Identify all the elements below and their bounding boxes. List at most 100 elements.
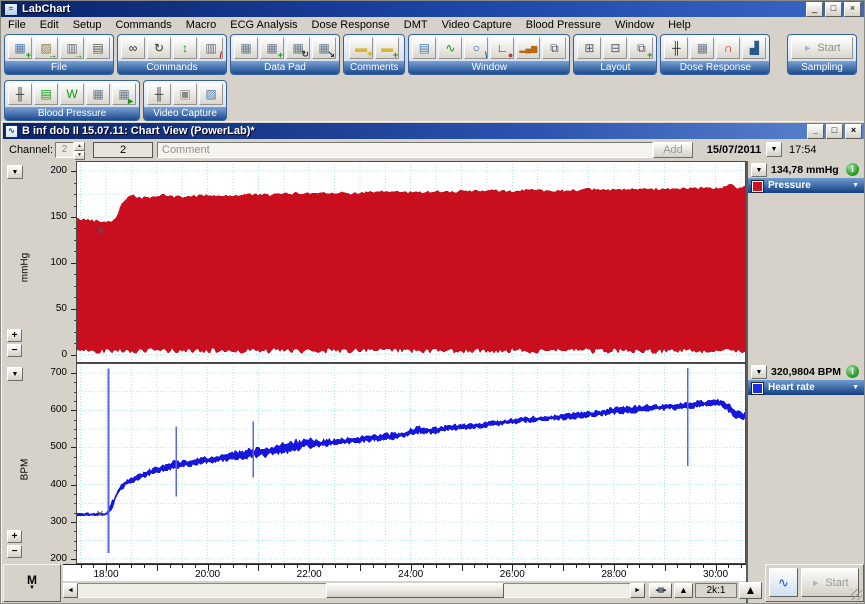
marker-scroll-button[interactable]: ↕ (173, 37, 197, 59)
time-tick (297, 565, 298, 568)
bp-calculate-button[interactable]: ▦► (112, 83, 136, 105)
select-button[interactable]: ↻ (147, 37, 171, 59)
import-file-button[interactable]: ▥→ (60, 37, 84, 59)
zoom-out-axis-button[interactable]: − (7, 545, 22, 558)
time-axis: 18:0020:0022:0024:0026:0028:0030:00 (63, 564, 746, 581)
vc-settings-button[interactable]: ╫ (147, 83, 171, 105)
duplicate-view-icon: ⧉ (550, 41, 559, 56)
exclude-data-button[interactable]: ▥/ (199, 37, 223, 59)
doc-close-button[interactable]: × (845, 124, 862, 139)
heartrate-value: 320,9804 BPM (771, 366, 841, 378)
channel-spinner[interactable]: ▲ ▼ (74, 142, 85, 158)
menu-item-commands[interactable]: Commands (108, 19, 178, 31)
zoom-ratio-down-button[interactable]: ▲ (674, 583, 693, 598)
resize-grip-icon[interactable] (851, 589, 862, 600)
add-comment-button[interactable]: Add (653, 142, 693, 158)
pressure-channel-bar[interactable]: Pressure ▼ (748, 178, 864, 193)
zoom-in-axis-button[interactable]: + (7, 530, 22, 543)
maximize-button[interactable]: □ (825, 2, 842, 17)
menu-item-help[interactable]: Help (661, 19, 698, 31)
window-title: LabChart (22, 3, 806, 15)
bp-chart-button[interactable]: ▤ (34, 83, 58, 105)
duplicate-view-button[interactable]: ⧉ (542, 37, 566, 59)
menu-item-video-capture[interactable]: Video Capture (435, 19, 519, 31)
heartrate-channel-bar[interactable]: Heart rate ▼ (748, 380, 864, 395)
chart-view-button[interactable]: ▤ (412, 37, 436, 59)
chart-mode-button[interactable]: ∿ (769, 568, 798, 597)
scroll-left-button[interactable]: ◄ (63, 583, 78, 598)
heart-rate-chart[interactable]: × (76, 363, 746, 564)
doc-minimize-button[interactable]: _ (807, 124, 824, 139)
date-display: 15/07/2011 (703, 144, 765, 156)
toolbar-start-button[interactable]: ►Start (791, 37, 853, 59)
comment-add-button[interactable]: ▬+ (375, 37, 399, 59)
heartrate-value-dropdown-button[interactable]: ▼ (751, 365, 767, 379)
menu-item-dmt[interactable]: DMT (397, 19, 435, 31)
date-dropdown-button[interactable]: ▼ (766, 142, 782, 157)
find-button[interactable]: ∞ (121, 37, 145, 59)
scale-dropdown-button[interactable]: ▼ (7, 165, 23, 179)
bp-table-button[interactable]: ▦ (86, 83, 110, 105)
exclude-data-icon: ▥ (205, 41, 216, 55)
menu-item-edit[interactable]: Edit (33, 19, 66, 31)
datapad-view-button[interactable]: ▦ (234, 37, 258, 59)
close-button[interactable]: × (844, 2, 861, 17)
stack-windows-button[interactable]: ⊟ (603, 37, 627, 59)
channel-label: Channel: (9, 144, 53, 156)
pressure-color-swatch (752, 181, 763, 192)
menu-item-blood-pressure[interactable]: Blood Pressure (519, 19, 608, 31)
xy-view-button[interactable]: ∟● (490, 37, 514, 59)
menu-item-ecg-analysis[interactable]: ECG Analysis (223, 19, 304, 31)
pressure-chart[interactable]: × (76, 161, 746, 363)
dose-analysis-button[interactable]: ▟ (742, 37, 766, 59)
dose-settings-button[interactable]: ╫ (664, 37, 688, 59)
import-file-icon-badge: → (74, 50, 83, 60)
tile-windows-button[interactable]: ⊞ (577, 37, 601, 59)
open-file-button[interactable]: ▨→ (34, 37, 58, 59)
minimize-button[interactable]: _ (806, 2, 823, 17)
zoom-in-axis-button[interactable]: + (7, 329, 22, 342)
pressure-value-dropdown-button[interactable]: ▼ (751, 163, 767, 177)
time-tick (652, 565, 653, 568)
dose-curve-button[interactable]: ∩ (716, 37, 740, 59)
vc-image-button[interactable]: ▨ (199, 83, 223, 105)
zoom-ratio-up-button[interactable]: ▲ (739, 582, 762, 599)
heartrate-info-icon[interactable]: i (846, 365, 859, 378)
new-chart-button[interactable]: ▦+ (8, 37, 32, 59)
datapad-export-button[interactable]: ▦↘ (312, 37, 336, 59)
scrollbar-thumb[interactable] (326, 583, 504, 598)
vc-camera-button[interactable]: ▣ (173, 83, 197, 105)
scale-dropdown-button[interactable]: ▼ (7, 367, 23, 381)
print-button[interactable]: ▤ (86, 37, 110, 59)
comment-input[interactable]: Comment (157, 142, 653, 158)
time-tick (182, 565, 183, 568)
bp-waveform-button[interactable]: W (60, 83, 84, 105)
spin-up-icon[interactable]: ▲ (74, 142, 85, 151)
marker-box[interactable]: M ▼ (3, 564, 61, 602)
bp-settings-button[interactable]: ╫ (8, 83, 32, 105)
datapad-options-button[interactable]: ▦↻ (286, 37, 310, 59)
dose-table-button[interactable]: ▦ (690, 37, 714, 59)
menu-item-setup[interactable]: Setup (66, 19, 109, 31)
scroll-right-button[interactable]: ► (630, 583, 645, 598)
dose-curve-icon: ∩ (724, 41, 733, 55)
cascade-windows-button[interactable]: ⧉+ (629, 37, 653, 59)
spectrum-view-button[interactable]: ▂▄▆ (516, 37, 540, 59)
spin-down-icon[interactable]: ▼ (74, 151, 85, 160)
datapad-add-button[interactable]: ▦+ (260, 37, 284, 59)
menu-item-dose-response[interactable]: Dose Response (305, 19, 397, 31)
compress-view-button[interactable]: ◂▦▸ (649, 583, 672, 598)
doc-maximize-button[interactable]: □ (826, 124, 843, 139)
menu-item-window[interactable]: Window (608, 19, 661, 31)
axis-tick-label: 50 (37, 303, 67, 314)
pressure-info-icon[interactable]: i (846, 163, 859, 176)
menu-item-macro[interactable]: Macro (179, 19, 224, 31)
bp-settings-icon: ╫ (16, 87, 25, 101)
zoom-window-button[interactable]: ○\ (464, 37, 488, 59)
scope-view-button[interactable]: ∿ (438, 37, 462, 59)
zoom-out-axis-button[interactable]: − (7, 344, 22, 357)
time-tick (398, 565, 399, 568)
comment-list-button[interactable]: ▬▾ (349, 37, 373, 59)
menu-item-file[interactable]: File (1, 19, 33, 31)
title-bar: ≈ LabChart _ □ × (1, 1, 864, 17)
